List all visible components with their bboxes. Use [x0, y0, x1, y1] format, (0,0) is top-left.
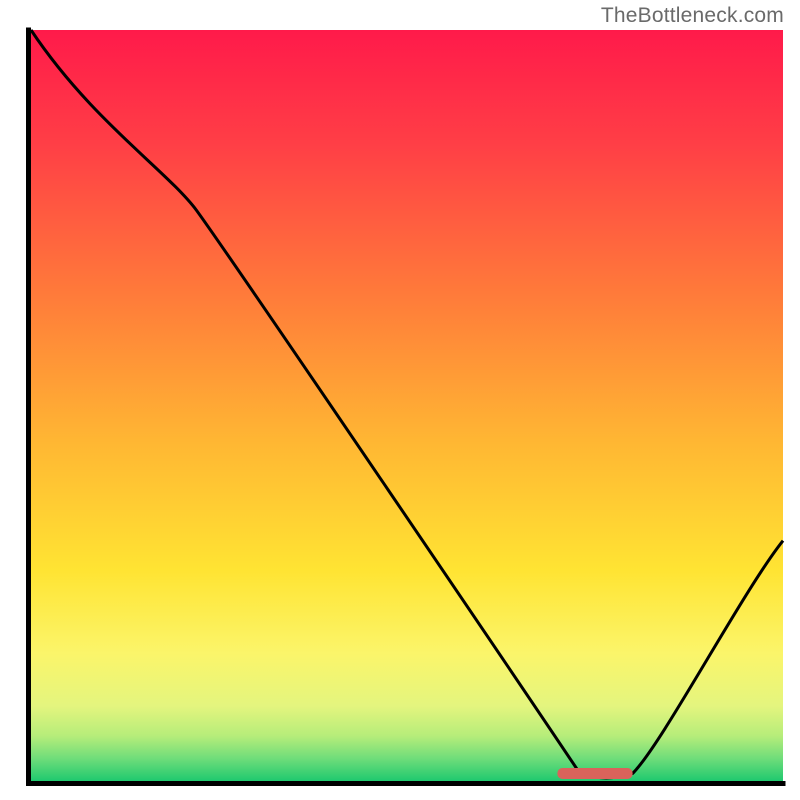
- optimal-range-marker: [557, 768, 632, 779]
- bottleneck-chart: [0, 0, 800, 800]
- chart-container: TheBottleneck.com: [0, 0, 800, 800]
- watermark-text: TheBottleneck.com: [601, 4, 784, 28]
- plot-gradient-background: [31, 30, 783, 781]
